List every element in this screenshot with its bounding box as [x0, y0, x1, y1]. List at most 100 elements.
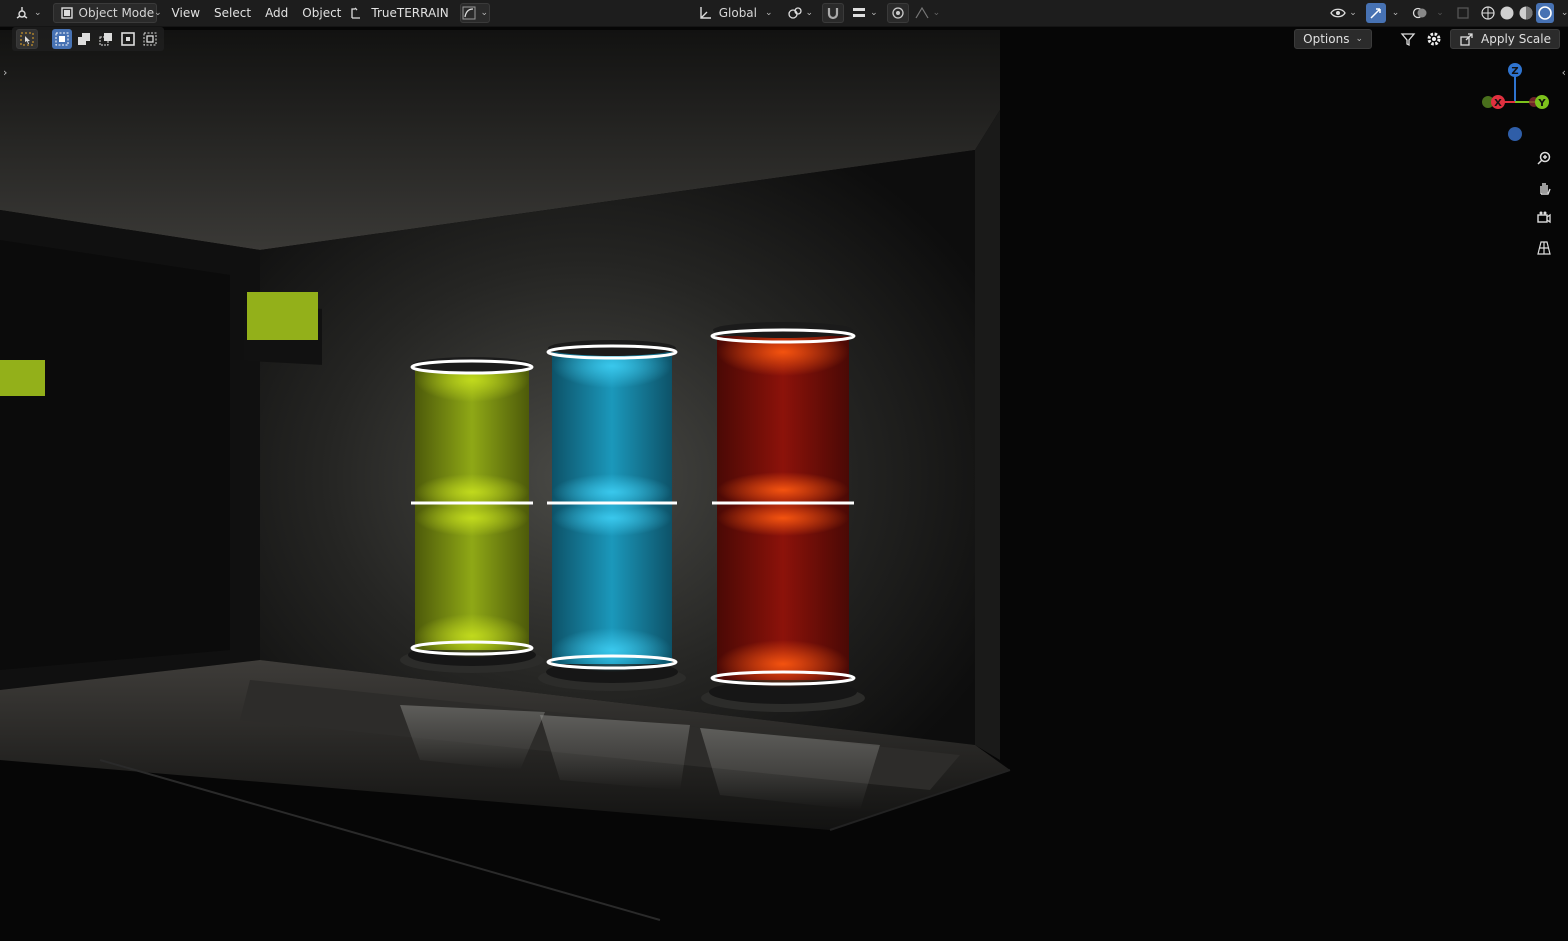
shading-group: ⌄: [1479, 3, 1568, 23]
rendered-scene: [0, 0, 1568, 941]
selection-mode-group: [52, 29, 160, 49]
select-box-tool[interactable]: [16, 29, 38, 49]
select-invert-icon: [120, 31, 136, 47]
falloff-dropdown[interactable]: ⌄: [909, 3, 946, 23]
settings-button[interactable]: [1424, 29, 1444, 49]
falloff-icon: [914, 5, 930, 21]
shading-dropdown[interactable]: ⌄: [1555, 3, 1568, 23]
overlay-dropdown[interactable]: ⌄: [1430, 3, 1447, 23]
select-invert-button[interactable]: [118, 29, 138, 49]
chevron-down-icon: ⌄: [870, 8, 878, 18]
apply-scale-icon: [1459, 31, 1475, 47]
proportional-edit-icon: [890, 5, 906, 21]
axis-z-handle[interactable]: Z: [1508, 63, 1522, 77]
camera-view-button[interactable]: [1532, 206, 1556, 230]
chevron-down-icon: ⌄: [1355, 34, 1364, 44]
tool-settings-row: [12, 27, 164, 51]
select-intersect-button[interactable]: [140, 29, 160, 49]
select-box-icon: [19, 31, 35, 47]
options-label: Options: [1303, 32, 1350, 46]
chevron-down-icon: ⌄: [1560, 8, 1568, 18]
snap-toggle[interactable]: [822, 3, 845, 23]
pan-hand-icon: [1536, 180, 1552, 196]
chevron-down-icon: ⌄: [805, 8, 814, 18]
terrain-icon: [348, 5, 364, 21]
apply-scale-label: Apply Scale: [1481, 32, 1551, 46]
mode-selector[interactable]: Object Mode ⌄: [52, 3, 162, 23]
header-right-row: Options ⌄ Apply Scale: [1294, 27, 1560, 51]
chevron-down-icon: ⌄: [1391, 8, 1400, 18]
solid-shading-icon: [1499, 5, 1515, 21]
rendered-shading-icon: [1537, 5, 1553, 21]
chevron-down-icon: ⌄: [154, 8, 162, 18]
camera-icon: [1536, 210, 1552, 226]
select-extend-button[interactable]: [74, 29, 94, 49]
filter-button[interactable]: [1398, 29, 1418, 49]
menu-select[interactable]: Select: [207, 3, 258, 23]
chevron-down-icon: ⌄: [480, 8, 488, 18]
navigation-gizmo[interactable]: Z X Y: [1480, 60, 1550, 150]
transform-orientation-label: Global: [718, 6, 757, 20]
navigation-tools: [1532, 146, 1556, 260]
xray-toggle[interactable]: [1453, 3, 1473, 23]
gizmo-dropdown[interactable]: ⌄: [1386, 3, 1403, 23]
material-shading-icon: [1518, 5, 1534, 21]
pivot-icon: [787, 5, 803, 21]
eye-icon: [1330, 5, 1346, 21]
options-dropdown[interactable]: Options ⌄: [1294, 29, 1373, 49]
axis-x-label: X: [1494, 98, 1502, 109]
pivot-point-dropdown[interactable]: ⌄: [782, 3, 819, 23]
filter-icon: [1400, 31, 1416, 47]
snap-target-dropdown[interactable]: ⌄: [846, 3, 883, 23]
gear-icon: [1426, 31, 1442, 47]
editor-type-button[interactable]: ⌄: [10, 3, 47, 23]
chevron-down-icon: ⌄: [1349, 8, 1357, 18]
pan-button[interactable]: [1532, 176, 1556, 200]
menu-add[interactable]: Add: [258, 3, 295, 23]
gizmo-icon: [1368, 5, 1384, 21]
toolbar-expand-arrow[interactable]: ›: [3, 66, 7, 79]
magnet-icon: [825, 5, 841, 21]
gizmo-toggle[interactable]: [1365, 3, 1386, 23]
zoom-button[interactable]: [1532, 146, 1556, 170]
visibility-dropdown[interactable]: ⌄: [1325, 3, 1362, 23]
3d-viewport-icon: [15, 5, 31, 21]
axes-icon: [697, 5, 713, 21]
apply-scale-button[interactable]: Apply Scale: [1450, 29, 1560, 49]
rendered-shading-button[interactable]: [1535, 3, 1554, 23]
wireframe-shading-button[interactable]: [1479, 3, 1497, 23]
proportional-edit-toggle[interactable]: [886, 3, 909, 23]
select-extend-icon: [76, 31, 92, 47]
transform-orientation-dropdown[interactable]: Global ⌄: [692, 3, 778, 23]
menu-object[interactable]: Object: [295, 3, 348, 23]
select-subtract-button[interactable]: [96, 29, 116, 49]
axis-y-handle[interactable]: Y: [1535, 95, 1549, 109]
object-mode-icon: [59, 5, 75, 21]
axis-x-handle[interactable]: X: [1491, 95, 1505, 109]
curve-dropdown[interactable]: ⌄: [459, 3, 490, 23]
menu-trueterrain[interactable]: TrueTERRAIN: [364, 3, 455, 23]
select-new-button[interactable]: [52, 29, 72, 49]
wireframe-shading-icon: [1480, 5, 1496, 21]
overlay-toggle[interactable]: [1410, 3, 1430, 23]
perspective-toggle-button[interactable]: [1532, 236, 1556, 260]
overlay-icon: [1412, 5, 1428, 21]
axis-y-label: Y: [1537, 98, 1546, 109]
mode-label: Object Mode: [78, 6, 155, 20]
header-menus: View Select Add Object: [165, 3, 349, 23]
select-intersect-icon: [142, 31, 158, 47]
select-subtract-icon: [98, 31, 114, 47]
chevron-down-icon: ⌄: [34, 8, 42, 18]
snap-increment-icon: [851, 5, 867, 21]
3d-viewport[interactable]: › ‹: [0, 0, 1568, 941]
xray-icon: [1455, 5, 1471, 21]
chevron-down-icon: ⌄: [1436, 8, 1444, 18]
perspective-grid-icon: [1536, 240, 1552, 256]
chevron-down-icon: ⌄: [932, 8, 941, 18]
zoom-icon: [1536, 150, 1552, 166]
solid-shading-button[interactable]: [1498, 3, 1516, 23]
material-shading-button[interactable]: [1517, 3, 1535, 23]
axis-z-label: Z: [1511, 66, 1518, 77]
sidebar-expand-arrow[interactable]: ‹: [1562, 66, 1566, 79]
menu-view[interactable]: View: [165, 3, 207, 23]
